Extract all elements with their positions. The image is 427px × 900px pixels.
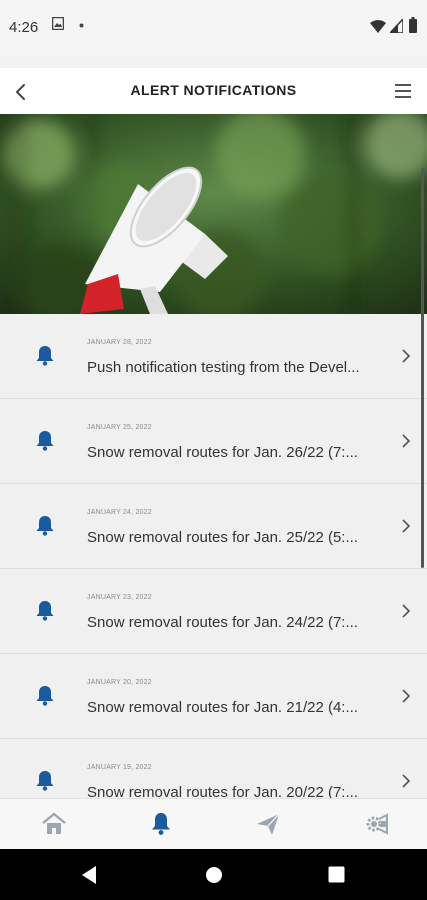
notification-date: JANUARY 25, 2022 bbox=[87, 424, 152, 431]
bell-icon bbox=[36, 771, 54, 791]
back-triangle-icon bbox=[82, 866, 96, 884]
notification-title: Snow removal routes for Jan. 24/22 (7:..… bbox=[87, 614, 358, 631]
list-item[interactable]: JANUARY 28, 2022 Push notification testi… bbox=[0, 314, 427, 399]
notification-title: Push notification testing from the Devel… bbox=[87, 359, 360, 376]
signal-icon bbox=[390, 19, 403, 33]
notification-title: Snow removal routes for Jan. 20/22 (7:..… bbox=[87, 784, 358, 798]
paper-plane-icon bbox=[257, 813, 280, 835]
nav-back-button[interactable] bbox=[80, 865, 98, 885]
notification-list: JANUARY 28, 2022 Push notification testi… bbox=[0, 314, 427, 798]
home-circle-icon bbox=[206, 867, 222, 883]
bell-icon bbox=[152, 813, 170, 835]
tab-settings[interactable] bbox=[362, 810, 390, 838]
scrollbar[interactable] bbox=[421, 168, 424, 568]
status-bar: 4:26 bbox=[0, 0, 427, 56]
bell-icon bbox=[36, 431, 54, 451]
notification-date: JANUARY 23, 2022 bbox=[87, 594, 152, 601]
chevron-right-icon bbox=[402, 519, 411, 533]
chevron-right-icon bbox=[402, 434, 411, 448]
tab-alerts[interactable] bbox=[147, 810, 175, 838]
tab-home[interactable] bbox=[40, 810, 68, 838]
notification-date: JANUARY 24, 2022 bbox=[87, 509, 152, 516]
photo-notification-icon bbox=[52, 17, 64, 30]
bell-icon bbox=[36, 601, 54, 621]
notification-date: JANUARY 19, 2022 bbox=[87, 764, 152, 771]
battery-icon bbox=[409, 17, 417, 33]
notification-dot-icon bbox=[79, 23, 84, 28]
hero-image bbox=[0, 114, 427, 314]
hamburger-icon bbox=[395, 84, 411, 98]
wifi-icon bbox=[370, 20, 386, 33]
list-item[interactable]: JANUARY 23, 2022 Snow removal routes for… bbox=[0, 569, 427, 654]
notification-title: Snow removal routes for Jan. 25/22 (5:..… bbox=[87, 529, 358, 546]
megaphone-image bbox=[0, 114, 427, 314]
chevron-right-icon bbox=[402, 689, 411, 703]
page-title: ALERT NOTIFICATIONS bbox=[130, 82, 297, 98]
bottom-tab-bar bbox=[0, 798, 427, 850]
bell-icon bbox=[36, 516, 54, 536]
tab-send[interactable] bbox=[254, 810, 282, 838]
notification-title: Snow removal routes for Jan. 21/22 (4:..… bbox=[87, 699, 358, 716]
notification-title: Snow removal routes for Jan. 26/22 (7:..… bbox=[87, 444, 358, 461]
chevron-right-icon bbox=[402, 774, 411, 788]
notification-date: JANUARY 28, 2022 bbox=[87, 339, 152, 346]
list-item[interactable]: JANUARY 20, 2022 Snow removal routes for… bbox=[0, 654, 427, 739]
recents-square-icon bbox=[328, 866, 345, 883]
app-header: ALERT NOTIFICATIONS bbox=[0, 68, 427, 114]
nav-home-button[interactable] bbox=[205, 866, 223, 884]
chevron-right-icon bbox=[402, 349, 411, 363]
list-item[interactable]: JANUARY 24, 2022 Snow removal routes for… bbox=[0, 484, 427, 569]
system-navigation-bar bbox=[0, 849, 427, 900]
list-item[interactable]: JANUARY 25, 2022 Snow removal routes for… bbox=[0, 399, 427, 484]
menu-button[interactable] bbox=[393, 80, 415, 102]
list-item[interactable]: JANUARY 19, 2022 Snow removal routes for… bbox=[0, 739, 427, 798]
chevron-right-icon bbox=[402, 604, 411, 618]
nav-recents-button[interactable] bbox=[328, 866, 345, 883]
bell-icon bbox=[36, 346, 54, 366]
notification-date: JANUARY 20, 2022 bbox=[87, 679, 152, 686]
status-time: 4:26 bbox=[9, 19, 39, 36]
bell-icon bbox=[36, 686, 54, 706]
home-icon bbox=[42, 812, 66, 834]
settings-icon bbox=[366, 813, 388, 835]
